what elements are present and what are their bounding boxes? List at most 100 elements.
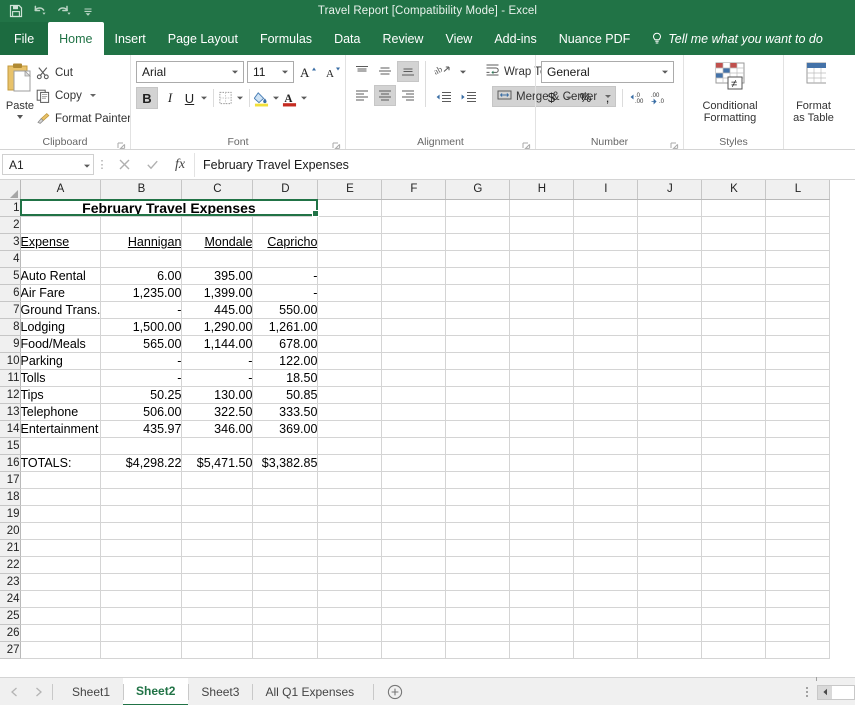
expense-value-cell[interactable]: 506.00	[100, 403, 183, 421]
redo-icon[interactable]	[53, 1, 75, 21]
column-header-g[interactable]: G	[445, 180, 511, 200]
cell-empty[interactable]	[317, 505, 383, 523]
cell-empty[interactable]	[445, 216, 511, 234]
expense-value-cell[interactable]: 346.00	[181, 420, 254, 438]
cell-empty[interactable]	[765, 522, 831, 540]
cell-empty[interactable]	[637, 488, 703, 506]
cell-empty[interactable]	[445, 386, 511, 404]
expense-value-cell[interactable]: 445.00	[181, 301, 254, 319]
row-header-14[interactable]: 14	[0, 420, 21, 438]
cell-empty[interactable]	[637, 454, 703, 472]
cell-empty[interactable]	[381, 267, 447, 285]
cell-empty[interactable]	[317, 352, 383, 370]
cell-empty[interactable]	[573, 403, 639, 421]
cell-empty[interactable]	[765, 403, 831, 421]
cell-empty[interactable]	[445, 369, 511, 387]
cell-empty[interactable]	[445, 403, 511, 421]
cell-empty[interactable]	[765, 267, 831, 285]
column-header-l[interactable]: L	[765, 180, 831, 200]
next-sheet-icon[interactable]	[30, 683, 46, 701]
row-header-20[interactable]: 20	[0, 522, 21, 540]
expense-value-cell[interactable]: -	[252, 267, 319, 285]
cell-empty[interactable]	[573, 250, 639, 268]
sheet-tab-sheet3[interactable]: Sheet3	[188, 678, 252, 705]
cell-empty[interactable]	[701, 505, 767, 523]
cell-empty[interactable]	[381, 488, 447, 506]
cell-empty[interactable]	[381, 233, 447, 251]
cell-empty[interactable]	[765, 420, 831, 438]
align-middle-button[interactable]	[374, 61, 396, 82]
cell-empty[interactable]	[381, 386, 447, 404]
cell-empty[interactable]	[100, 573, 183, 591]
cell-empty[interactable]	[317, 369, 383, 387]
expense-value-cell[interactable]: -	[252, 284, 319, 302]
cell-empty[interactable]	[637, 437, 703, 455]
cell-empty[interactable]	[637, 199, 703, 217]
cell-empty[interactable]	[252, 590, 319, 608]
cell-empty[interactable]	[381, 199, 447, 217]
align-center-button[interactable]	[374, 85, 396, 106]
expense-value-cell[interactable]: 18.50	[252, 369, 319, 387]
cell-empty[interactable]	[381, 437, 447, 455]
font-size-chevron-down-icon[interactable]	[278, 69, 291, 75]
cell-empty[interactable]	[445, 471, 511, 489]
cell-empty[interactable]	[181, 624, 254, 642]
cell-empty[interactable]	[509, 284, 575, 302]
cell-empty[interactable]	[637, 216, 703, 234]
horizontal-scrollbar[interactable]	[817, 684, 855, 700]
row-header-4[interactable]: 4	[0, 250, 21, 268]
cell-empty[interactable]	[701, 403, 767, 421]
decrease-font-size-button[interactable]: A	[322, 61, 344, 83]
name-box[interactable]: A1	[2, 154, 94, 175]
column-header-b[interactable]: B	[100, 180, 183, 200]
cell-empty[interactable]	[573, 352, 639, 370]
column-header-d[interactable]: D	[252, 180, 319, 200]
cell-empty[interactable]	[765, 250, 831, 268]
cell-empty[interactable]	[701, 284, 767, 302]
cell-empty[interactable]	[765, 318, 831, 336]
column-header-c[interactable]: C	[181, 180, 254, 200]
borders-dropdown-arrow[interactable]	[234, 87, 245, 109]
expense-value-cell[interactable]: 369.00	[252, 420, 319, 438]
insert-function-icon[interactable]: fx	[166, 153, 194, 177]
cell-empty[interactable]	[637, 624, 703, 642]
ribbon-tab-home[interactable]: Home	[48, 22, 104, 55]
cell-empty[interactable]	[637, 352, 703, 370]
ribbon-tab-nuance-pdf[interactable]: Nuance PDF	[548, 22, 642, 55]
cell-empty[interactable]	[381, 301, 447, 319]
fill-color-button[interactable]	[254, 87, 269, 109]
cell-empty[interactable]	[317, 267, 383, 285]
previous-sheet-icon[interactable]	[6, 683, 22, 701]
cell-empty[interactable]	[252, 437, 319, 455]
accounting-format-button[interactable]: $	[541, 87, 562, 108]
paste-button[interactable]: Paste	[5, 60, 35, 119]
cell-empty[interactable]	[509, 301, 575, 319]
cell-empty[interactable]	[701, 573, 767, 591]
row-header-7[interactable]: 7	[0, 301, 21, 319]
alignment-dialog-launcher-icon[interactable]	[522, 140, 531, 149]
cell-empty[interactable]	[252, 250, 319, 268]
cell-empty[interactable]	[181, 539, 254, 557]
font-size-combo[interactable]: 11	[247, 61, 294, 83]
cell-empty[interactable]	[573, 233, 639, 251]
totals-label-cell[interactable]: TOTALS:	[20, 454, 102, 472]
scroll-left-icon[interactable]	[818, 685, 832, 699]
ribbon-tab-formulas[interactable]: Formulas	[249, 22, 323, 55]
cell-empty[interactable]	[509, 573, 575, 591]
cell-empty[interactable]	[765, 556, 831, 574]
cell-empty[interactable]	[181, 607, 254, 625]
cell-empty[interactable]	[20, 488, 102, 506]
cell-empty[interactable]	[765, 505, 831, 523]
cell-empty[interactable]	[252, 624, 319, 642]
row-header-13[interactable]: 13	[0, 403, 21, 421]
cell-empty[interactable]	[509, 471, 575, 489]
select-all-corner[interactable]	[0, 180, 21, 200]
cell-empty[interactable]	[573, 386, 639, 404]
align-bottom-button[interactable]	[397, 61, 419, 82]
font-name-combo[interactable]: Arial	[136, 61, 244, 83]
cell-empty[interactable]	[317, 522, 383, 540]
cell-empty[interactable]	[317, 488, 383, 506]
row-header-27[interactable]: 27	[0, 641, 21, 659]
font-name-chevron-down-icon[interactable]	[228, 69, 241, 75]
format-painter-button[interactable]: Format Painter	[35, 108, 131, 129]
